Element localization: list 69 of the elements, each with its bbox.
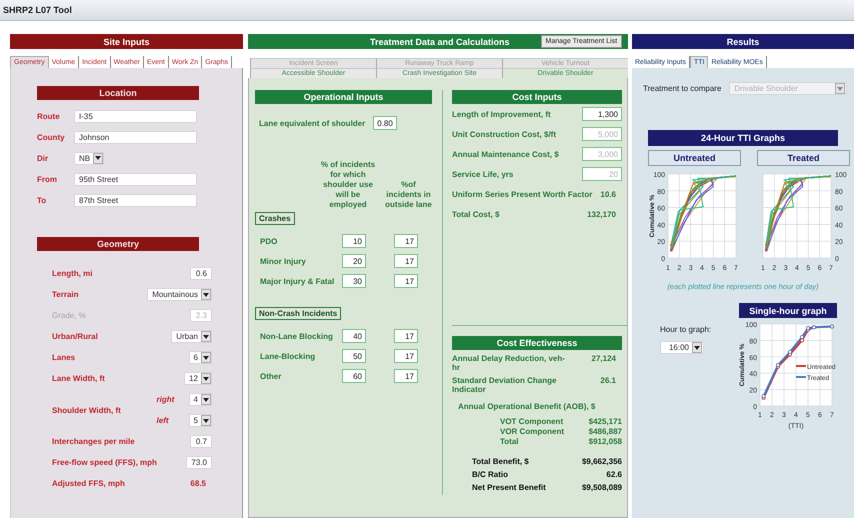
value-text: $486,887 (588, 427, 622, 437)
graph-title: Treated (757, 150, 850, 166)
field-label: Free-flow speed (FFS), mph (52, 458, 157, 467)
field-label: Total Benefit, $ (472, 457, 529, 466)
field-label: Total (500, 437, 519, 447)
column-header: %of incidents in outside lane (385, 180, 432, 210)
field-label: Adjusted FFS, mph (52, 479, 125, 488)
side-label: left (156, 416, 170, 425)
field-label: B/C Ratio (472, 470, 508, 479)
section-header: Results (632, 34, 854, 49)
field-label: Grade, % (52, 311, 86, 320)
field-label: Annual Delay Reduction, veh-hr (452, 354, 566, 372)
field-label: Lanes (52, 353, 76, 362)
field-label: Route (37, 112, 61, 120)
value-text: 68.5 (190, 479, 206, 488)
field-label: Lane-Blocking (260, 352, 316, 360)
field-label: Urban/Rural (52, 332, 98, 341)
field-label: To (37, 196, 48, 204)
section-header: 24-Hour TTI Graphs (648, 130, 838, 146)
field-label: Standard Deviation Change Indicator (452, 376, 558, 394)
field-label: Annual Maintenance Cost, $ (452, 150, 559, 158)
value-text: $9,662,356 (582, 457, 622, 466)
field-label: Net Present Benefit (472, 483, 546, 492)
value-text: 26.1 (600, 376, 616, 385)
column-header: % of incidents for which shoulder use will be employed (320, 160, 376, 210)
field-label: Non-Lane Blocking (260, 332, 334, 340)
value-text: 132,170 (587, 210, 616, 218)
field-label: Service Life, yrs (452, 170, 514, 178)
side-label: right (156, 395, 175, 404)
group-title: Crashes (255, 212, 295, 225)
window-title: SHRP2 L07 Tool (3, 5, 72, 15)
field-label: Major Injury & Fatal (260, 276, 336, 286)
section-header: Geometry (37, 237, 199, 251)
field-label: VOR Component (500, 427, 564, 437)
field-label: Total Cost, $ (452, 210, 500, 218)
section-header: Location (37, 86, 199, 100)
section-header: Operational Inputs (255, 90, 432, 104)
field-label: Terrain (52, 290, 79, 299)
value-text: 27,124 (592, 354, 616, 363)
field-label: Length of Improvement, ft (452, 110, 551, 118)
value-text: $912,058 (588, 437, 622, 447)
field-label: Annual Operational Benefit (AOB), $ (458, 402, 596, 411)
value-text: $9,508,089 (582, 483, 622, 492)
section-header: Cost Effectiveness (452, 336, 622, 350)
field-label: Unit Construction Cost, $/ft (452, 130, 556, 138)
field-label: Hour to graph: (660, 325, 712, 334)
field-label: Interchanges per mile (52, 437, 135, 446)
field-label: Uniform Series Present Worth Factor (452, 190, 592, 198)
field-label: PDO (260, 236, 278, 246)
graph-title: Untreated (648, 150, 741, 166)
field-label: Treatment to compare (643, 84, 722, 93)
value-text: 62.6 (606, 470, 622, 479)
section-header: Cost Inputs (452, 90, 622, 104)
chart-title: Single-hour graph (739, 303, 837, 318)
field-label: County (37, 132, 66, 142)
field-label: Dir (37, 154, 50, 162)
field-label: Minor Injury (260, 256, 307, 266)
field-label: From (37, 174, 58, 184)
section-header: Treatment Data and Calculations (370, 36, 510, 46)
value-text: 10.6 (600, 190, 616, 198)
section-header: Site Inputs (10, 34, 243, 49)
field-label: Shoulder Width, ft (52, 406, 121, 414)
field-label: Length, mi (52, 269, 92, 278)
field-label: Lane Width, ft (52, 374, 105, 383)
value-text: $425,171 (588, 417, 622, 427)
field-label: VOT Component (500, 417, 564, 427)
group-title: Non-Crash Incidents (255, 307, 342, 320)
field-label: Lane equivalent of shoulder (259, 118, 366, 128)
field-label: Other (260, 372, 282, 380)
